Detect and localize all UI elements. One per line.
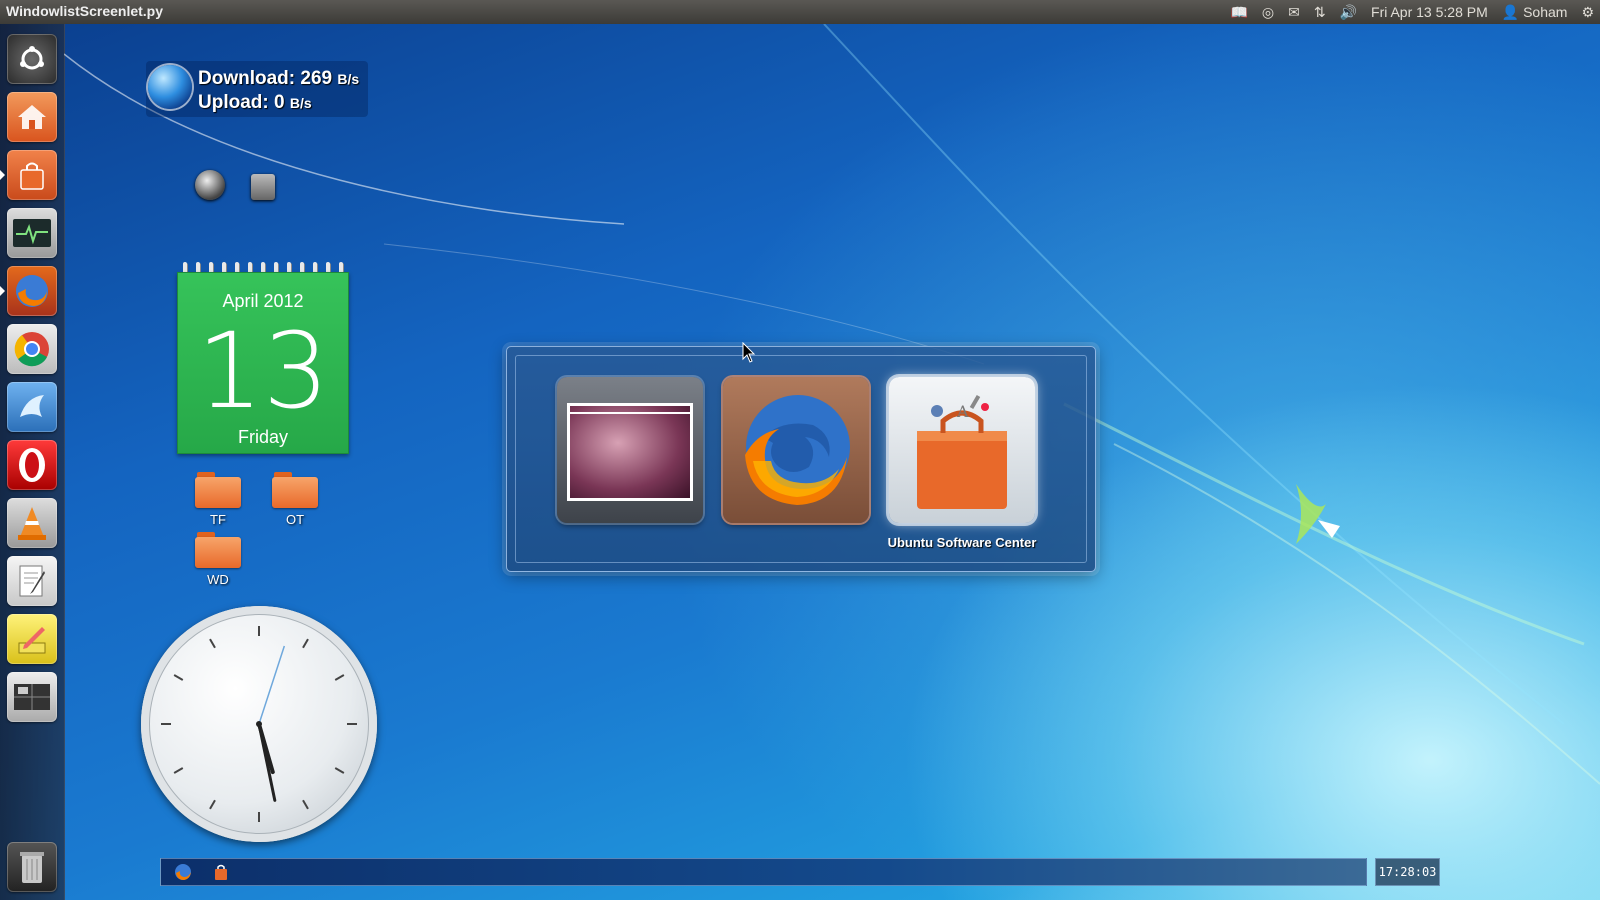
bottom-taskbar: [160, 858, 1367, 886]
shopping-bag-icon: [20, 162, 44, 190]
network-speed-widget: Download: 269 B/s Upload: 0 B/s: [146, 61, 368, 117]
folder-label: OT: [285, 512, 305, 527]
firefox-launcher[interactable]: [7, 266, 57, 316]
wine-app-launcher[interactable]: [7, 382, 57, 432]
switcher-item-software-center[interactable]: A: [889, 377, 1035, 523]
software-center-launcher[interactable]: [7, 150, 57, 200]
dash-home-button[interactable]: [7, 34, 57, 84]
shopping-bag-icon: A: [917, 394, 1007, 509]
home-folder-icon: [18, 105, 46, 129]
firefox-icon: [745, 395, 850, 505]
workspace-switcher-launcher[interactable]: [7, 672, 57, 722]
notes-launcher[interactable]: [7, 614, 57, 664]
system-tray: 📖 ◎ ✉ ⇅ 🔊 Fri Apr 13 5:28 PM 👤 Soham ⚙: [1230, 0, 1594, 24]
download-line: Download: 269 B/s: [198, 68, 359, 90]
calendar-month-year: April 2012: [222, 291, 304, 311]
firefox-icon[interactable]: [173, 862, 193, 882]
user-icon: 👤: [1501, 3, 1520, 20]
desktop-folder-wd[interactable]: WD: [188, 532, 248, 587]
clock-tick: [334, 767, 345, 774]
opera-launcher[interactable]: [7, 440, 57, 490]
upload-line: Upload: 0 B/s: [198, 92, 312, 114]
switcher-item-desktop-window[interactable]: [557, 377, 703, 523]
upload-label: Upload:: [198, 92, 269, 113]
calendar-widget: April 2012 13 Friday: [177, 272, 349, 454]
globe-icon: [148, 65, 192, 109]
window-switcher: A Ubuntu Software Center: [506, 346, 1096, 572]
trash-icon: [20, 852, 44, 883]
calendar-weekday: Friday: [237, 427, 288, 447]
active-app-title: WindowlistScreenlet.py: [6, 3, 164, 19]
text-editor-launcher[interactable]: [7, 556, 57, 606]
folder-label: WD: [207, 572, 229, 587]
taskbar-clock: 17:28:03: [1375, 858, 1440, 886]
unity-launcher: [0, 24, 65, 900]
chrome-launcher[interactable]: [7, 324, 57, 374]
running-indicator: [0, 170, 5, 180]
network-icon[interactable]: ⇅: [1314, 4, 1326, 21]
clock-datetime[interactable]: Fri Apr 13 5:28 PM: [1371, 4, 1488, 20]
clock-tick: [209, 799, 216, 810]
upload-unit: B/s: [289, 95, 312, 111]
ubuntu-logo-icon: [20, 46, 44, 70]
svg-text:A: A: [956, 402, 969, 421]
switcher-selected-label: Ubuntu Software Center: [887, 535, 1037, 550]
ubuntu-one-icon[interactable]: ◎: [1262, 4, 1274, 21]
firefox-icon: [16, 275, 48, 307]
trash-launcher[interactable]: [7, 842, 57, 892]
dragon-app-icon: [20, 395, 44, 417]
clock-second-hand: [258, 645, 286, 725]
workspace-switcher-icon: [14, 684, 50, 710]
download-value: 269: [300, 68, 333, 89]
clock-tick: [173, 674, 184, 681]
clock-tick: [209, 638, 216, 649]
analog-clock-widget: [141, 606, 377, 842]
top-panel: WindowlistScreenlet.py 📖 ◎ ✉ ⇅ 🔊 Fri Apr…: [0, 0, 1600, 24]
upload-value: 0: [274, 92, 285, 113]
folder-icon: [272, 472, 318, 508]
window-preview-thumbnail: [567, 403, 693, 501]
webcam-icon[interactable]: [195, 170, 225, 200]
book-icon[interactable]: 📖: [1230, 4, 1247, 21]
user-menu[interactable]: 👤 Soham: [1502, 4, 1568, 21]
desktop-folder-ot[interactable]: OT: [265, 472, 325, 527]
vlc-launcher[interactable]: [7, 498, 57, 548]
mail-icon[interactable]: ✉: [1288, 4, 1300, 21]
clock-tick: [302, 638, 309, 649]
folder-icon: [195, 472, 241, 508]
text-editor-icon: [19, 565, 45, 597]
clock-minute-hand: [257, 722, 277, 802]
clock-face: [161, 626, 357, 822]
volume-icon[interactable]: 🔊: [1340, 4, 1357, 21]
system-monitor-icon: [13, 219, 51, 247]
calendar-day: 13: [196, 310, 330, 432]
switcher-item-firefox[interactable]: [723, 377, 869, 523]
pencil-note-icon: [18, 627, 46, 654]
clock-tick: [302, 799, 309, 810]
download-unit: B/s: [337, 71, 360, 87]
running-indicator: [0, 286, 5, 296]
folder-icon: [195, 532, 241, 568]
user-name: Soham: [1523, 3, 1568, 20]
shopping-bag-small-icon[interactable]: [251, 174, 275, 200]
desktop-folder-tf[interactable]: TF: [188, 472, 248, 527]
system-monitor-launcher[interactable]: [7, 208, 57, 258]
mouse-cursor-icon: [742, 342, 756, 363]
session-gear-icon[interactable]: ⚙: [1581, 4, 1594, 21]
home-folder-launcher[interactable]: [7, 92, 57, 142]
opera-icon: [19, 448, 45, 482]
download-label: Download:: [198, 68, 296, 89]
clock-tick: [173, 767, 184, 774]
chrome-icon: [14, 332, 49, 367]
clock-tick: [334, 674, 345, 681]
shopping-bag-icon[interactable]: [211, 862, 231, 882]
vlc-cone-icon: [18, 507, 46, 540]
folder-label: TF: [210, 512, 226, 527]
